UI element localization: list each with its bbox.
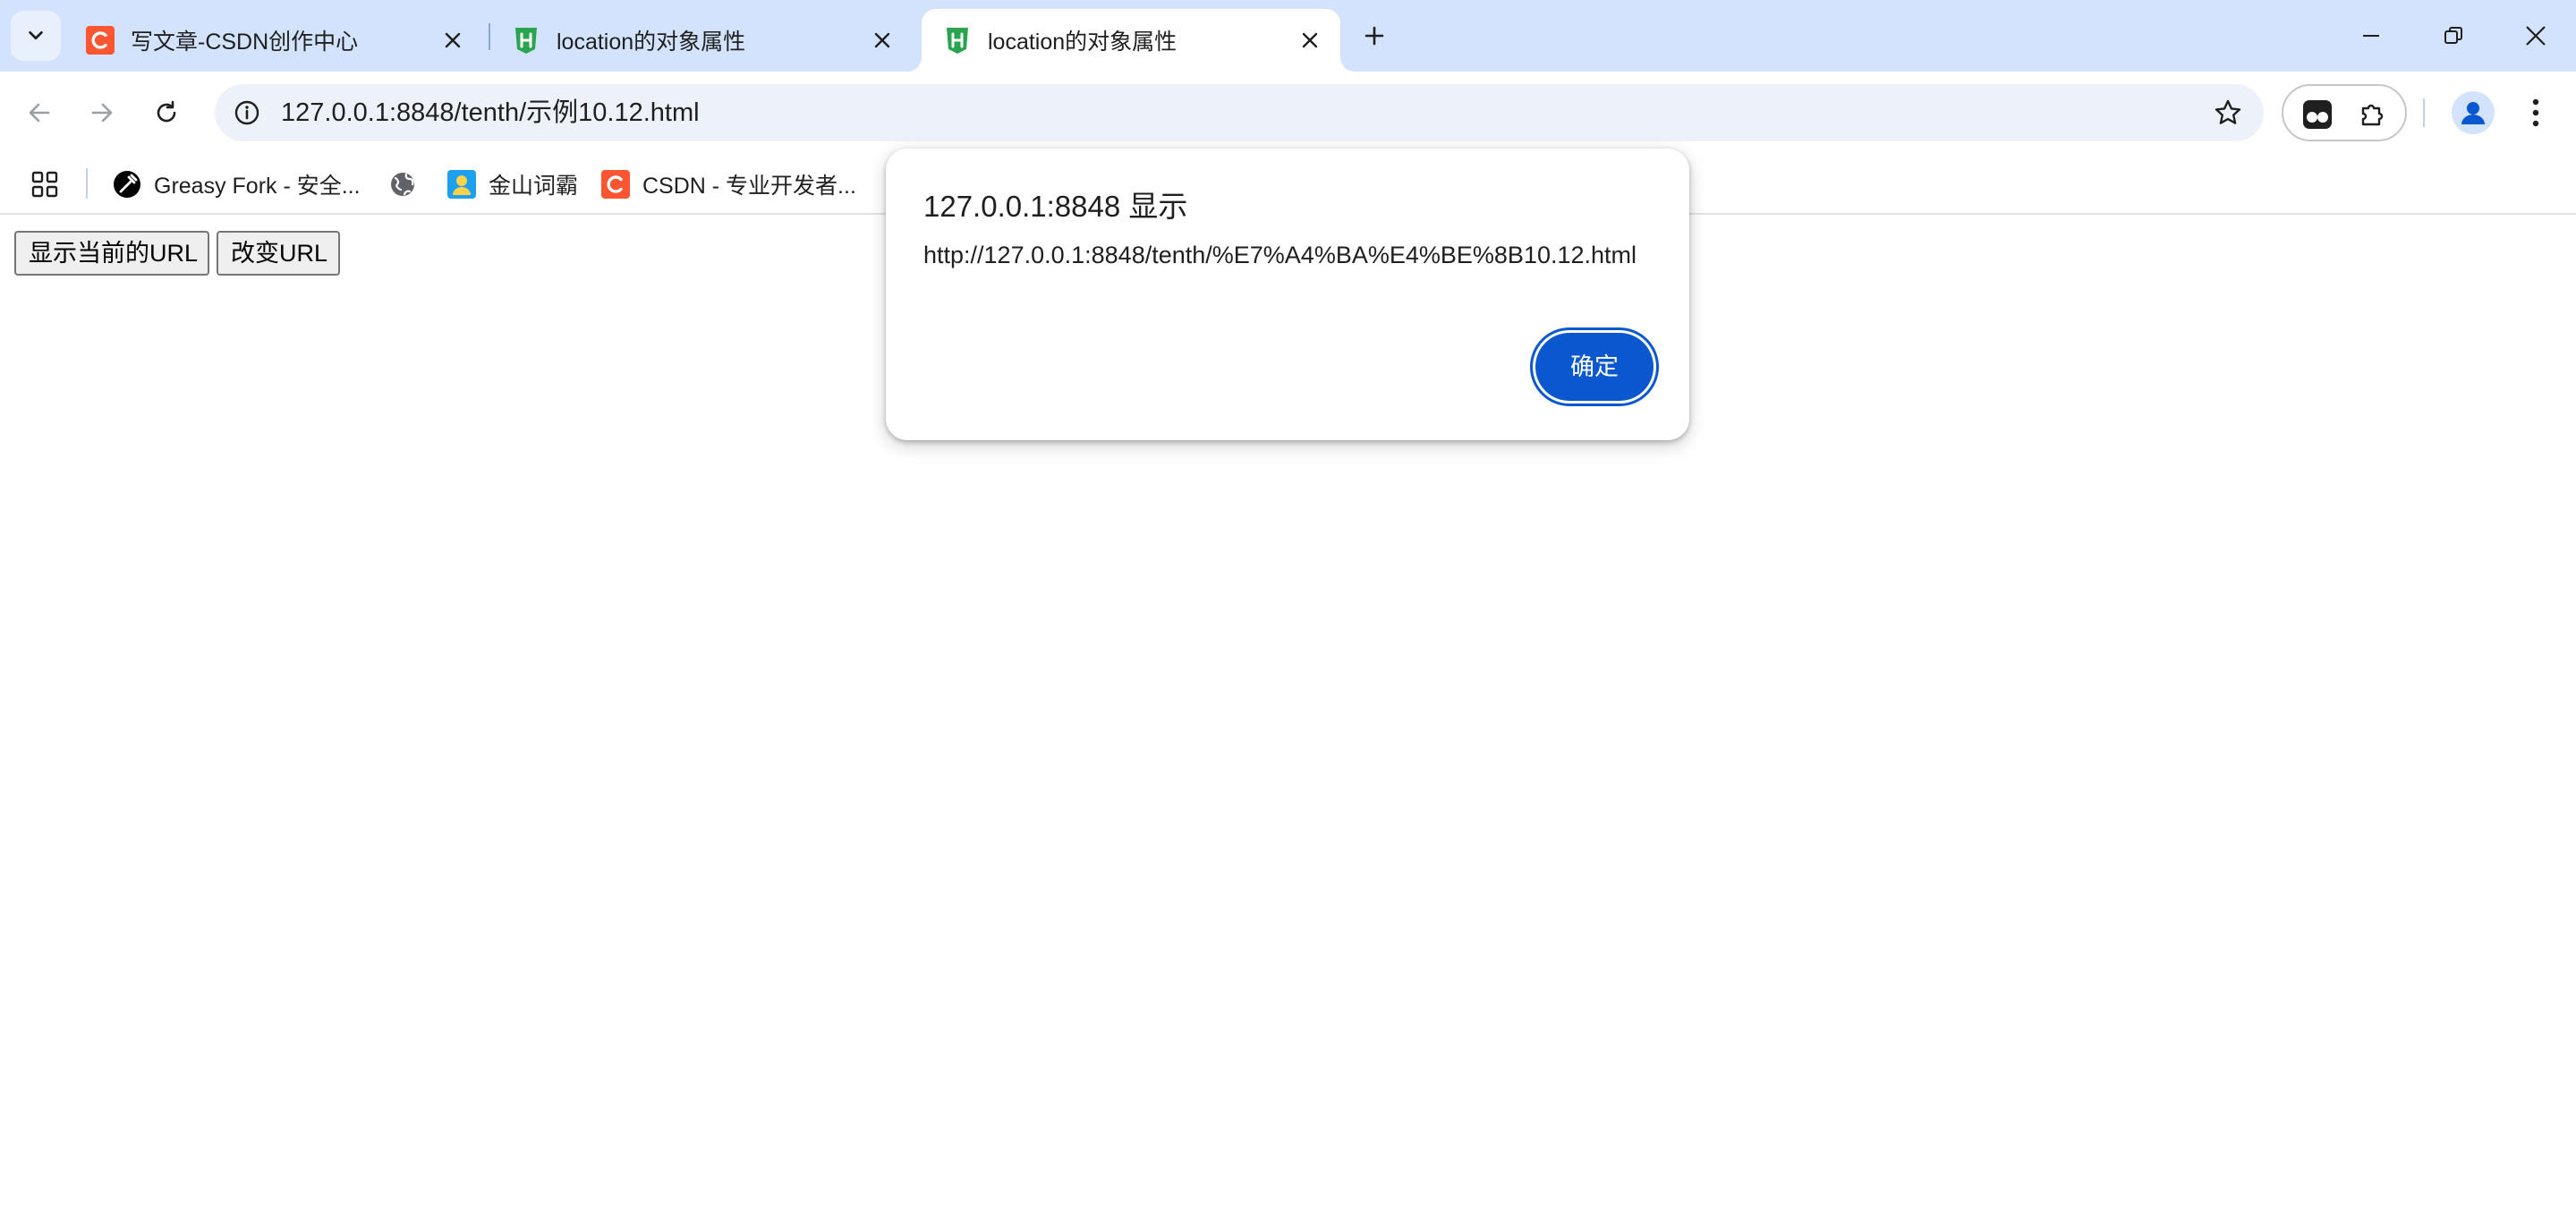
bookmark-csdn[interactable]: CSDN - 专业开发者... bbox=[601, 161, 856, 208]
csdn-icon bbox=[601, 170, 630, 199]
tab-title: location的对象属性 bbox=[988, 30, 1177, 55]
puzzle-icon bbox=[2361, 104, 2384, 126]
site-info-button[interactable] bbox=[227, 93, 267, 132]
profile-button[interactable] bbox=[2452, 91, 2495, 134]
star-icon bbox=[2215, 99, 2241, 124]
tab-location-properties[interactable]: location的对象属性 bbox=[490, 9, 913, 72]
reload-button[interactable] bbox=[143, 89, 190, 136]
restore-button[interactable] bbox=[2412, 0, 2495, 72]
tampermonkey-extension-button[interactable] bbox=[2298, 95, 2337, 134]
arrow-right-icon bbox=[91, 103, 113, 123]
dialog-title: 127.0.0.1:8848 显示 bbox=[923, 190, 1188, 223]
close-icon bbox=[2526, 26, 2546, 46]
minimize-button[interactable] bbox=[2330, 0, 2412, 72]
tab-search-button[interactable] bbox=[11, 11, 61, 61]
extensions-group bbox=[2282, 84, 2407, 141]
tab-csdn-editor[interactable]: 写文章-CSDN创作中心 bbox=[64, 9, 483, 72]
globe-icon bbox=[391, 173, 414, 196]
apps-grid-icon bbox=[31, 171, 58, 198]
bookmark-greasyfork[interactable]: Greasy Fork - 安全... bbox=[113, 161, 361, 208]
plus-icon bbox=[1365, 26, 1384, 46]
dialog-ok-button[interactable]: 确定 bbox=[1535, 333, 1654, 401]
tampermonkey-icon bbox=[2303, 100, 2332, 129]
info-icon bbox=[234, 100, 259, 125]
close-tab-button[interactable] bbox=[437, 24, 469, 56]
reload-icon bbox=[157, 100, 176, 123]
chevron-down-icon bbox=[29, 30, 43, 40]
close-window-button[interactable] bbox=[2495, 0, 2576, 72]
bookmark-iciba[interactable]: 金山词霸 bbox=[447, 161, 578, 208]
show-current-url-button[interactable]: 显示当前的URL bbox=[14, 231, 209, 276]
hbuilder-icon bbox=[947, 28, 968, 54]
browser-toolbar: 127.0.0.1:8848/tenth/示例10.12.html bbox=[0, 72, 2576, 154]
tab-title: location的对象属性 bbox=[557, 30, 746, 55]
forward-button[interactable] bbox=[79, 89, 125, 136]
bookmark-globe[interactable] bbox=[388, 161, 417, 208]
url-text[interactable]: 127.0.0.1:8848/tenth/示例10.12.html bbox=[281, 84, 700, 141]
bookmark-label: Greasy Fork - 安全... bbox=[154, 174, 361, 199]
toolbar-separator bbox=[2423, 98, 2425, 127]
address-bar[interactable]: 127.0.0.1:8848/tenth/示例10.12.html bbox=[215, 84, 2264, 141]
close-icon bbox=[874, 32, 890, 48]
browser-menu-button[interactable] bbox=[2514, 91, 2557, 134]
bookmarks-separator bbox=[86, 168, 88, 199]
iciba-icon bbox=[447, 170, 476, 199]
close-tab-button[interactable] bbox=[866, 24, 898, 56]
tab-location-properties-active[interactable]: location的对象属性 bbox=[922, 9, 1340, 72]
apps-button[interactable] bbox=[27, 166, 63, 202]
back-button[interactable] bbox=[16, 89, 63, 136]
close-icon bbox=[1302, 32, 1318, 48]
close-icon bbox=[445, 32, 461, 48]
change-url-button[interactable]: 改变URL bbox=[217, 231, 340, 276]
arrow-left-icon bbox=[29, 103, 50, 123]
dialog-message: http://127.0.0.1:8848/tenth/%E7%A4%BA%E4… bbox=[923, 242, 1637, 268]
tab-strip: 写文章-CSDN创作中心 location的对象属性 location的对象属性 bbox=[0, 0, 2576, 72]
restore-icon bbox=[2444, 27, 2462, 44]
hbuilder-icon bbox=[515, 28, 537, 54]
bookmark-label: 金山词霸 bbox=[489, 174, 579, 199]
more-vertical-icon bbox=[2532, 98, 2539, 127]
greasyfork-icon bbox=[114, 171, 140, 198]
avatar-icon bbox=[2461, 102, 2485, 124]
new-tab-button[interactable] bbox=[1356, 18, 1392, 54]
close-tab-button[interactable] bbox=[1294, 24, 1326, 56]
minimize-icon bbox=[2363, 35, 2379, 37]
bookmark-label: CSDN - 专业开发者... bbox=[642, 174, 856, 199]
tab-title: 写文章-CSDN创作中心 bbox=[131, 30, 359, 55]
extensions-button[interactable] bbox=[2353, 95, 2393, 134]
alert-dialog: 127.0.0.1:8848 显示 http://127.0.0.1:8848/… bbox=[886, 149, 1689, 440]
bookmark-star-button[interactable] bbox=[2208, 93, 2248, 132]
csdn-icon bbox=[86, 26, 115, 55]
